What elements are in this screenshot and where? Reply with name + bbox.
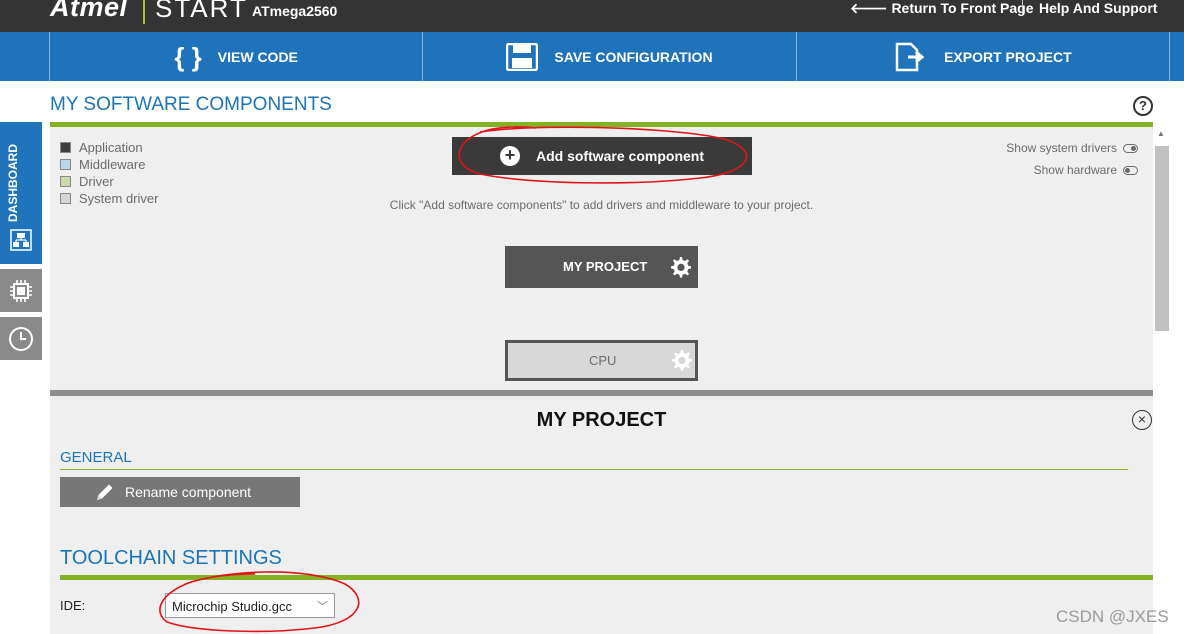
canvas-scrollbar-thumb[interactable] [1155,146,1169,331]
toolchain-rule [60,575,1153,580]
dashboard-diagram-icon [10,229,32,251]
show-hardware-toggle[interactable]: Show hardware [1034,163,1138,177]
show-system-drivers-label: Show system drivers [1006,141,1117,155]
toolbar-spacer [0,32,50,81]
toggle-switch-icon [1123,143,1138,153]
save-configuration-button[interactable]: SAVE CONFIGURATION [423,32,797,81]
ide-select-value: Microchip Studio.gcc [172,599,292,614]
save-configuration-label: SAVE CONFIGURATION [554,48,713,65]
legend-label: Application [79,140,143,155]
cpu-node[interactable]: CPU [505,340,698,381]
show-hardware-label: Show hardware [1033,163,1117,177]
left-sidebar: DASHBOARD [0,122,42,360]
view-code-label: VIEW CODE [217,48,298,65]
gear-icon[interactable] [668,255,692,279]
my-project-node[interactable]: MY PROJECT [505,246,698,288]
software-components-title: MY SOFTWARE COMPONENTS [50,94,332,115]
legend-label: Middleware [79,157,146,172]
general-rule [60,469,1128,470]
main-toolbar: { } VIEW CODE SAVE CONFIGURATION EXPORT … [0,32,1184,81]
component-legend: Application Middleware Driver System dri… [60,139,158,207]
close-icon[interactable]: × [1132,410,1152,430]
clock-view-tab[interactable] [0,317,42,360]
rename-component-button[interactable]: Rename component [60,477,300,507]
plus-circle-icon: + [499,146,520,166]
return-link-label: Return To Front Page [891,0,1034,16]
my-project-node-label: MY PROJECT [563,259,648,274]
legend-item-driver: Driver [60,173,158,190]
chip-view-tab[interactable] [0,269,42,312]
logo-separator [143,0,145,24]
project-details-panel: MY PROJECT × GENERAL Rename component TO… [50,396,1153,634]
code-braces-icon: { } [174,41,202,72]
add-component-hint: Click "Add software components" to add d… [389,198,814,212]
top-header-bar: Atmel START ATmega2560 🡐 Return To Front… [0,0,1184,32]
atmel-logo: Atmel [50,0,128,22]
csdn-watermark: CSDN @JXES [1056,607,1169,626]
toolbar-end [1170,32,1184,81]
chip-icon [10,279,32,302]
details-title: MY PROJECT [536,409,667,431]
export-project-button[interactable]: EXPORT PROJECT [797,32,1171,81]
help-and-support-link[interactable]: Help And Support [1039,0,1157,16]
components-canvas: Application Middleware Driver System dri… [50,127,1153,390]
legend-item-middleware: Middleware [60,156,158,173]
show-system-drivers-toggle[interactable]: Show system drivers [1006,141,1138,155]
gear-icon[interactable] [669,348,693,372]
ide-label: IDE: [60,598,86,613]
dashboard-tab[interactable]: DASHBOARD [0,122,42,264]
ide-select[interactable]: Microchip Studio.gcc ﹀ [165,593,335,618]
legend-label: Driver [79,174,114,189]
export-file-icon [895,42,925,71]
return-to-front-page-link[interactable]: 🡐 Return To Front Page [850,0,1034,17]
clock-icon [9,326,33,351]
product-name: START [155,0,248,23]
arrow-left-icon: 🡐 [850,0,888,16]
toggle-switch-icon [1123,165,1138,175]
scroll-up-arrow-icon[interactable]: ▲ [1157,129,1165,138]
dashboard-label: DASHBOARD [6,144,20,222]
legend-item-application: Application [60,139,158,156]
chevron-down-icon: ﹀ [317,601,328,613]
header-link-divider [1022,0,1023,16]
floppy-disk-icon [506,42,539,71]
export-project-label: EXPORT PROJECT [944,48,1072,65]
general-heading: GENERAL [60,449,132,466]
add-software-component-label: Add software component [535,148,704,164]
legend-swatch-driver [60,176,71,187]
help-question-icon[interactable]: ? [1133,96,1153,116]
rename-component-label: Rename component [125,484,252,500]
view-code-button[interactable]: { } VIEW CODE [50,32,424,81]
legend-swatch-middleware [60,159,71,170]
add-software-component-button[interactable]: + Add software component [452,137,752,175]
pencil-icon [97,484,113,500]
cpu-node-label: CPU [589,353,617,368]
toolchain-settings-heading: TOOLCHAIN SETTINGS [60,547,282,569]
device-name: ATmega2560 [252,3,338,19]
legend-swatch-application [60,142,71,153]
